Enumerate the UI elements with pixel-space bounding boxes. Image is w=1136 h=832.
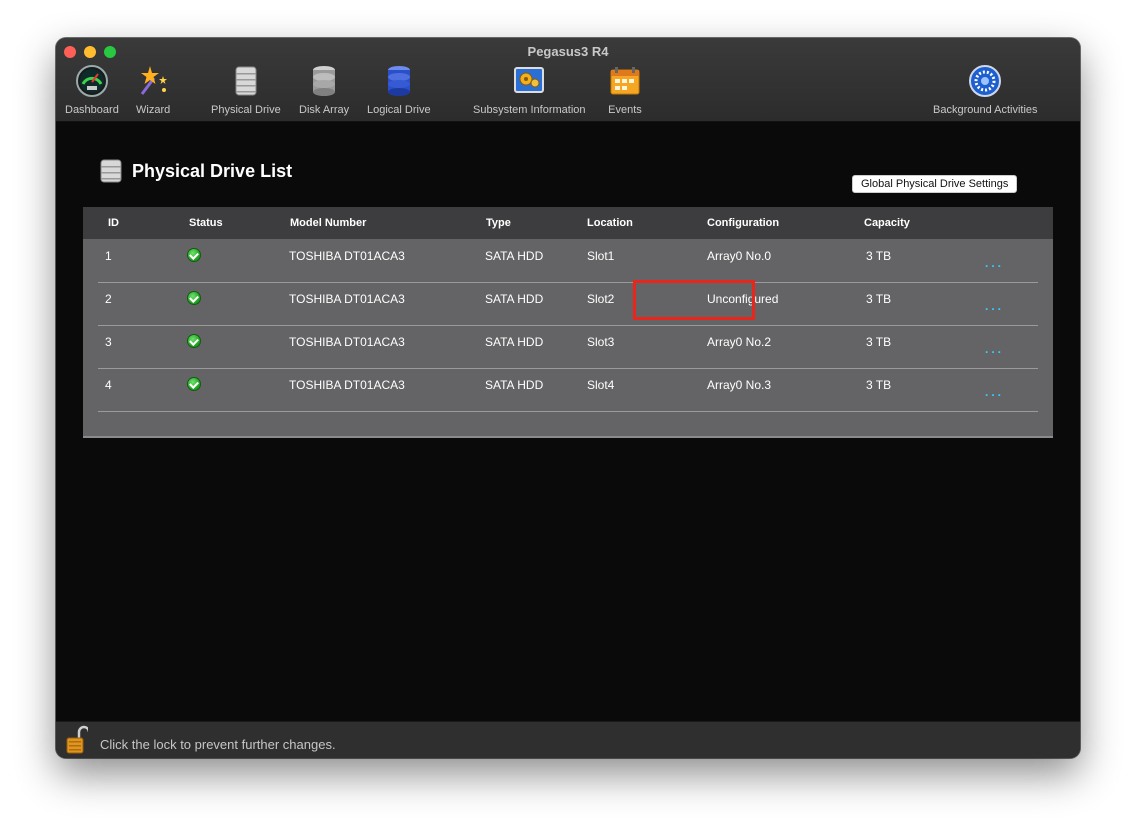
- table-row[interactable]: 1 TOSHIBA DT01ACA3 SATA HDD Slot1 Array0…: [98, 239, 1038, 283]
- toolbar-disk-array-label: Disk Array: [299, 104, 350, 116]
- more-options-button[interactable]: ...: [985, 342, 1004, 356]
- toolbar-wizard[interactable]: Wizard: [136, 64, 170, 116]
- column-header-configuration[interactable]: Configuration: [707, 217, 779, 229]
- cell-type: SATA HDD: [485, 335, 544, 349]
- status-ok-icon: [188, 378, 200, 390]
- cell-id: 1: [105, 249, 112, 263]
- disk-array-icon: [313, 66, 336, 96]
- toolbar-wizard-label: Wizard: [136, 104, 171, 116]
- cell-model: TOSHIBA DT01ACA3: [289, 292, 405, 306]
- page-title: Physical Drive List: [98, 158, 292, 184]
- cell-id: 4: [105, 378, 112, 392]
- main-content: Physical Drive List Global Physical Driv…: [56, 122, 1080, 721]
- table-row[interactable]: 2 TOSHIBA DT01ACA3 SATA HDD Slot2 Unconf…: [98, 282, 1038, 326]
- column-header-type[interactable]: Type: [486, 217, 511, 229]
- window-title: Pegasus3 R4: [527, 44, 609, 59]
- table-header: ID Status Model Number Type Location Con…: [83, 207, 1053, 239]
- subsystem-info-icon: [514, 67, 545, 93]
- cell-model: TOSHIBA DT01ACA3: [289, 335, 405, 349]
- events-calendar-icon: [610, 67, 640, 95]
- cell-location: Slot3: [587, 335, 615, 349]
- toolbar-dashboard-label: Dashboard: [65, 104, 119, 116]
- cell-type: SATA HDD: [485, 292, 544, 306]
- unlocked-padlock-icon[interactable]: [66, 725, 88, 755]
- cell-model: TOSHIBA DT01ACA3: [289, 249, 405, 263]
- cell-capacity: 3 TB: [866, 335, 892, 349]
- toolbar-logical-drive-label: Logical Drive: [367, 104, 431, 116]
- column-header-capacity[interactable]: Capacity: [864, 217, 910, 229]
- table-row[interactable]: 4 TOSHIBA DT01ACA3 SATA HDD Slot4 Array0…: [98, 368, 1038, 412]
- cell-capacity: 3 TB: [866, 378, 892, 392]
- app-window: Pegasus3 R4 Dashboard Wizard Physical Dr…: [56, 38, 1080, 758]
- physical-drive-icon: [100, 159, 122, 183]
- toolbar-events[interactable]: Events: [608, 64, 642, 116]
- dashboard-gauge-icon: [75, 65, 108, 97]
- toolbar-background-activities[interactable]: Background Activities: [933, 64, 1038, 116]
- titlebar-toolbar: Pegasus3 R4 Dashboard Wizard Physical Dr…: [56, 38, 1080, 122]
- toolbar-events-label: Events: [608, 104, 642, 116]
- cell-type: SATA HDD: [485, 249, 544, 263]
- toolbar-disk-array[interactable]: Disk Array: [299, 64, 349, 116]
- cell-location: Slot1: [587, 249, 615, 263]
- toolbar-subsystem-information[interactable]: Subsystem Information: [473, 64, 586, 116]
- cell-configuration: Array0 No.2: [707, 335, 772, 349]
- column-header-id[interactable]: ID: [108, 217, 119, 229]
- page-title-text: Physical Drive List: [132, 160, 293, 181]
- cell-type: SATA HDD: [485, 378, 544, 392]
- background-activities-icon: [969, 65, 1002, 97]
- toolbar-subsystem-information-label: Subsystem Information: [473, 104, 586, 116]
- toolbar-dashboard[interactable]: Dashboard: [65, 64, 119, 116]
- toolbar-logical-drive[interactable]: Logical Drive: [367, 64, 431, 116]
- cell-model: TOSHIBA DT01ACA3: [289, 378, 405, 392]
- unconfigured-highlight-box: [633, 280, 755, 320]
- toolbar-physical-drive[interactable]: Physical Drive: [211, 64, 281, 116]
- status-bar: Click the lock to prevent further change…: [56, 721, 1080, 758]
- cell-configuration: Array0 No.0: [707, 249, 772, 263]
- table-row[interactable]: 3 TOSHIBA DT01ACA3 SATA HDD Slot3 Array0…: [98, 325, 1038, 369]
- cell-capacity: 3 TB: [866, 292, 892, 306]
- physical-drive-icon: [235, 66, 257, 96]
- column-header-model-number[interactable]: Model Number: [290, 217, 366, 229]
- more-options-button[interactable]: ...: [985, 299, 1004, 313]
- global-physical-drive-settings-button[interactable]: Global Physical Drive Settings: [852, 175, 1018, 193]
- cell-id: 2: [105, 292, 112, 306]
- cell-capacity: 3 TB: [866, 249, 892, 263]
- physical-drive-table: ID Status Model Number Type Location Con…: [83, 207, 1053, 438]
- logical-drive-icon: [387, 66, 410, 96]
- status-ok-icon: [188, 335, 200, 347]
- status-bar-text: Click the lock to prevent further change…: [100, 737, 336, 752]
- cell-configuration: Array0 No.3: [707, 378, 772, 392]
- wizard-stars-icon: [140, 66, 168, 95]
- cell-location: Slot2: [587, 292, 615, 306]
- column-header-location[interactable]: Location: [587, 217, 633, 229]
- more-options-button[interactable]: ...: [985, 256, 1004, 270]
- status-ok-icon: [188, 292, 200, 304]
- more-options-button[interactable]: ...: [985, 385, 1004, 399]
- toolbar-background-activities-label: Background Activities: [933, 104, 1038, 116]
- toolbar-physical-drive-label: Physical Drive: [211, 104, 281, 116]
- status-ok-icon: [188, 249, 200, 261]
- cell-location: Slot4: [587, 378, 615, 392]
- column-header-status[interactable]: Status: [189, 217, 223, 229]
- cell-id: 3: [105, 335, 112, 349]
